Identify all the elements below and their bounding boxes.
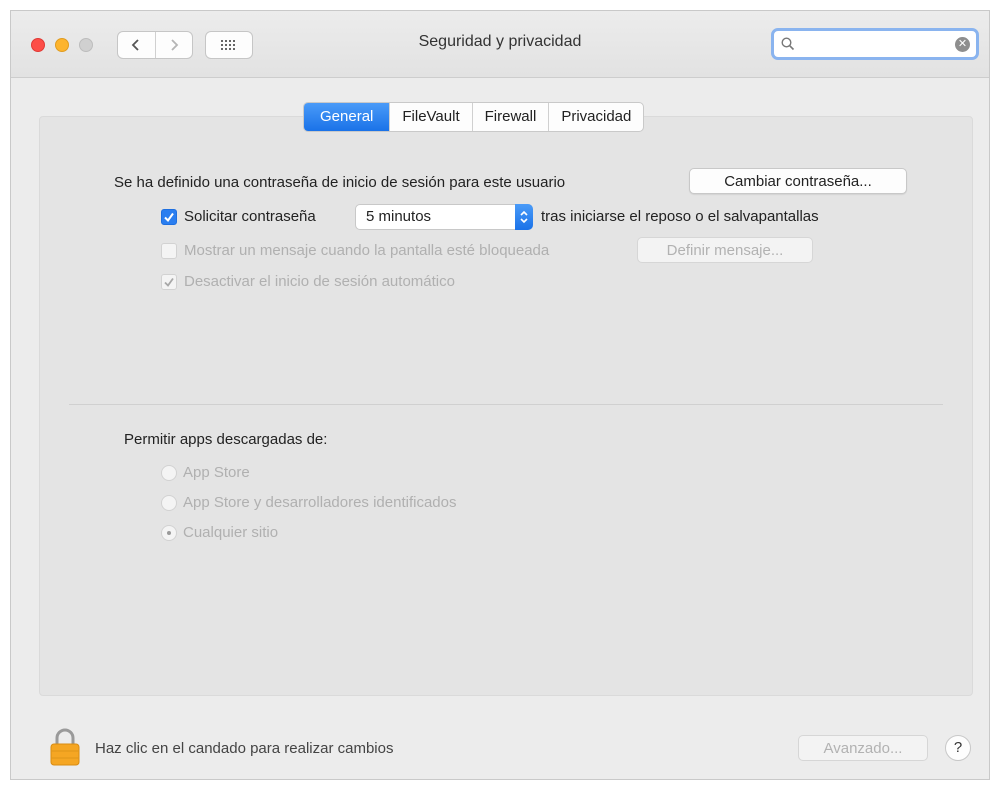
require-password-suffix: tras iniciarse el reposo o el salvapanta… — [541, 208, 819, 225]
radio-anywhere[interactable] — [161, 525, 177, 541]
lock-icon[interactable] — [49, 727, 81, 767]
help-button[interactable]: ? — [945, 735, 971, 761]
content-panel — [39, 116, 973, 696]
section-divider — [69, 404, 943, 405]
preferences-window: Seguridad y privacidad ✕ General FileVau… — [10, 10, 990, 780]
disable-autologin-label: Desactivar el inicio de sesión automátic… — [184, 273, 455, 290]
tab-general[interactable]: General — [304, 103, 390, 131]
radio-identified-developers[interactable] — [161, 495, 177, 511]
require-password-label: Solicitar contraseña — [184, 208, 316, 225]
tab-filevault[interactable]: FileVault — [389, 103, 471, 131]
select-arrows-icon — [515, 204, 533, 230]
tab-firewall[interactable]: Firewall — [471, 103, 549, 131]
change-password-button[interactable]: Cambiar contraseña... — [689, 168, 907, 194]
password-delay-value: 5 minutos — [366, 208, 432, 225]
show-message-checkbox[interactable] — [161, 243, 177, 259]
password-set-text: Se ha definido una contraseña de inicio … — [114, 174, 566, 191]
title-bar: Seguridad y privacidad ✕ — [11, 11, 989, 78]
tab-privacidad[interactable]: Privacidad — [548, 103, 643, 131]
radio-app-store[interactable] — [161, 465, 177, 481]
tab-bar: General FileVault Firewall Privacidad — [303, 102, 645, 132]
require-password-checkbox[interactable] — [161, 209, 177, 225]
radio-anywhere-label: Cualquier sitio — [183, 524, 279, 541]
disable-autologin-checkbox[interactable] — [161, 274, 177, 290]
advanced-button[interactable]: Avanzado... — [798, 735, 928, 761]
search-icon — [781, 37, 795, 51]
set-message-button[interactable]: Definir mensaje... — [637, 237, 813, 263]
checkmark-icon — [164, 277, 174, 287]
radio-identified-developers-label: App Store y desarrolladores identificado… — [183, 494, 457, 511]
radio-app-store-label: App Store — [183, 464, 250, 481]
show-message-label: Mostrar un mensaje cuando la pantalla es… — [184, 242, 550, 259]
downloads-heading: Permitir apps descargadas de: — [124, 431, 328, 448]
clear-search-icon[interactable]: ✕ — [955, 37, 970, 52]
password-delay-select[interactable]: 5 minutos — [355, 204, 533, 230]
search-field[interactable]: ✕ — [771, 28, 979, 60]
search-input[interactable] — [800, 33, 954, 57]
lock-hint-text: Haz clic en el candado para realizar cam… — [95, 740, 394, 757]
checkmark-icon — [164, 212, 174, 223]
